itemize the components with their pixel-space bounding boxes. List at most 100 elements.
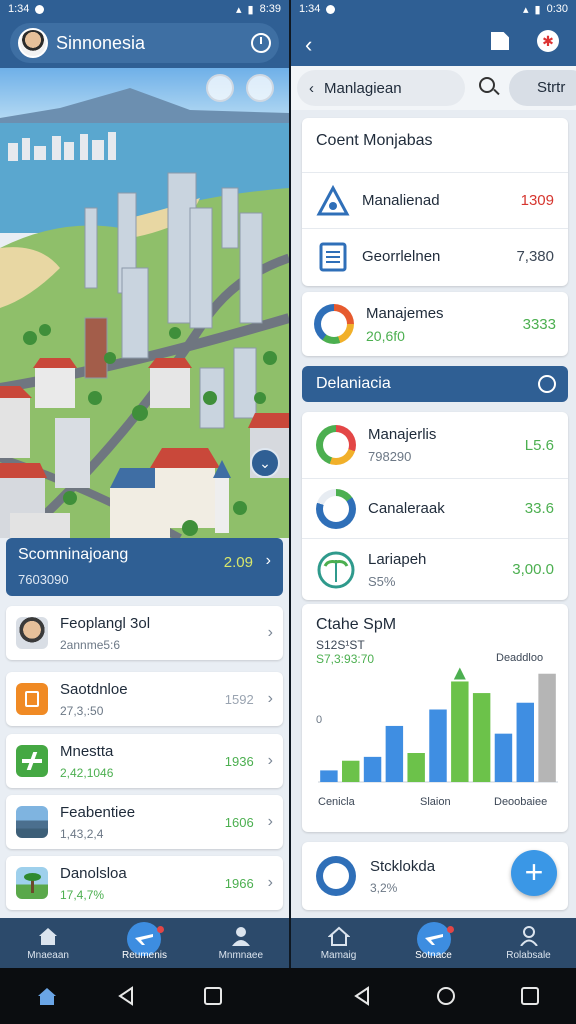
nav-profile[interactable]: Rolabsale	[489, 925, 569, 961]
stat-value: 3,00.0	[512, 561, 554, 578]
content-card: Coent Monjabas Manalienad 1309 Georrleln…	[302, 118, 568, 286]
bottom-card-subtitle: 3,2%	[370, 880, 398, 895]
nav-routes[interactable]: Sotnace	[394, 921, 474, 961]
wifi-icon: ▴	[235, 3, 242, 16]
chart-bar[interactable]	[494, 733, 513, 782]
list-item-subtitle: 2,42,1046	[60, 765, 114, 780]
back-triangle-icon[interactable]	[116, 986, 136, 1006]
settings-icon[interactable]: ✱	[537, 30, 559, 52]
orange-doc-icon	[16, 683, 48, 715]
home-circle-icon[interactable]	[436, 986, 456, 1006]
stat-row[interactable]: Manajerlis 798290 L5.6	[302, 412, 568, 478]
notification-badge	[446, 925, 454, 933]
chart-bar[interactable]	[472, 693, 491, 782]
list-item[interactable]: Feabentiee 1,43,2,4 1606 ›	[6, 795, 283, 849]
list-item-title: Saotdnloe	[60, 680, 128, 698]
person-icon	[519, 925, 538, 946]
nav-label: Rolabsale	[506, 949, 551, 961]
list-item-value: 1606	[224, 814, 254, 830]
city-illustration	[0, 68, 289, 538]
map-layer-button[interactable]	[206, 74, 234, 102]
x-axis-label: Deoobaiee	[494, 796, 548, 808]
nav-label: Mnaeaan	[27, 949, 69, 961]
status-filter-button[interactable]: Strtr	[509, 70, 576, 106]
manajemes-card[interactable]: Manajemes 20,6f0 3333	[302, 292, 568, 356]
progress-ring-icon	[316, 488, 356, 529]
chart-bar[interactable]	[538, 673, 556, 782]
status-bar: 1:34 ▴ ▮ 8:39	[0, 0, 289, 18]
nav-routes[interactable]: Reumenis	[104, 921, 184, 961]
chart-bar[interactable]	[363, 756, 382, 782]
clock-icon[interactable]	[251, 33, 271, 53]
stat-subtitle: 798290	[368, 449, 412, 464]
list-item[interactable]: Mnestta 2,42,1046 1936 ›	[6, 734, 283, 788]
chevron-left-icon[interactable]: ‹	[309, 80, 314, 97]
content-row[interactable]: Manalienad 1309	[302, 172, 568, 228]
nav-home[interactable]: Mamaig	[299, 926, 379, 961]
search-field[interactable]: ‹ Manlagiean	[297, 70, 465, 106]
nav-profile[interactable]: Mnmnaee	[201, 926, 281, 961]
status-time: 1:34	[299, 3, 321, 15]
multicolor-ring-icon	[316, 425, 356, 465]
nav-label: Sotnace	[415, 949, 452, 961]
list-item-subtitle: 2annme5:6	[60, 637, 121, 652]
green-plane-icon	[16, 745, 48, 777]
recents-square-icon[interactable]	[520, 986, 540, 1006]
list-item-value: 1592	[224, 691, 254, 707]
chart-bar[interactable]	[385, 725, 404, 782]
list-item-subtitle: 1,43,2,4	[60, 826, 104, 841]
bottom-navigation: Mamaig Sotnace Rolabsale	[291, 918, 576, 968]
stat-row[interactable]: Canaleraak 33.6	[302, 478, 568, 538]
chevron-right-icon: ›	[267, 624, 273, 641]
chart-peak-marker	[453, 667, 466, 680]
back-arrow-icon[interactable]: ‹	[305, 32, 312, 58]
left-screen: 1:34 ▴ ▮ 8:39 Sinnonesia ⌄ Scomninajoang…	[0, 0, 289, 968]
manajemes-title: Manajemes	[366, 304, 444, 322]
document-icon[interactable]	[491, 32, 509, 50]
header-pill[interactable]: Sinnonesia	[10, 23, 279, 63]
status-clock: 0:30	[546, 3, 568, 15]
search-icon[interactable]	[479, 77, 495, 93]
stats-card: Manajerlis 798290 L5.6 Canaleraak 33.6 L…	[302, 412, 568, 600]
chart-bar[interactable]	[320, 770, 338, 782]
avatar[interactable]	[18, 28, 48, 58]
list-item[interactable]: Feoplangl 3ol 2annme5:6 ›	[6, 606, 283, 660]
back-triangle-icon[interactable]	[352, 986, 372, 1006]
summary-banner[interactable]: Scomninajoang 7603090 2.09 ›	[6, 538, 283, 596]
list-item-subtitle: 27,3,:50	[60, 703, 104, 718]
chart-bar[interactable]	[451, 681, 469, 782]
chart-bar[interactable]	[516, 702, 534, 782]
home-icon	[327, 926, 350, 946]
add-button[interactable]: +	[511, 850, 557, 896]
content-row[interactable]: Georrlelnen 7,380	[302, 228, 568, 284]
bottom-card-title: Stcklokda	[370, 857, 436, 875]
list-item-title: Feoplangl 3ol	[60, 614, 151, 632]
person-icon	[231, 926, 250, 946]
city-thumb-icon	[16, 806, 48, 838]
stat-row[interactable]: Lariapeh S5% 3,00.0	[302, 538, 568, 600]
section-header[interactable]: Delaniacia	[302, 366, 568, 402]
stat-label: Lariapeh	[368, 550, 427, 568]
recents-square-icon[interactable]	[203, 986, 223, 1006]
search-row: ‹ Manlagiean Strtr	[291, 66, 576, 110]
chart-bar[interactable]	[407, 753, 425, 782]
palm-logo-icon	[317, 551, 355, 588]
system-navigation-bar	[0, 968, 576, 1024]
list-item-title: Feabentiee	[60, 803, 136, 821]
home-icon[interactable]	[36, 986, 58, 1006]
chevron-right-icon: ›	[265, 552, 271, 569]
map-settings-button[interactable]	[246, 74, 274, 102]
nav-home[interactable]: Mnaeaan	[8, 926, 88, 961]
list-item-title: Danolsloa	[60, 864, 127, 882]
search-value: Manlagiean	[324, 79, 402, 97]
chart-bar[interactable]	[429, 709, 447, 783]
city-map-view[interactable]: ⌄	[0, 68, 289, 538]
map-locate-button[interactable]: ⌄	[250, 448, 280, 478]
content-row-value: 7,380	[516, 248, 554, 265]
list-item[interactable]: Danolsloa 17,4,7% 1966 ›	[6, 856, 283, 910]
chart-bar[interactable]	[342, 760, 360, 782]
list-item[interactable]: Saotdnloe 27,3,:50 1592 ›	[6, 672, 283, 726]
chevron-circle-icon[interactable]	[538, 375, 556, 393]
status-clock: 8:39	[259, 3, 281, 15]
person-photo-icon	[16, 617, 48, 649]
